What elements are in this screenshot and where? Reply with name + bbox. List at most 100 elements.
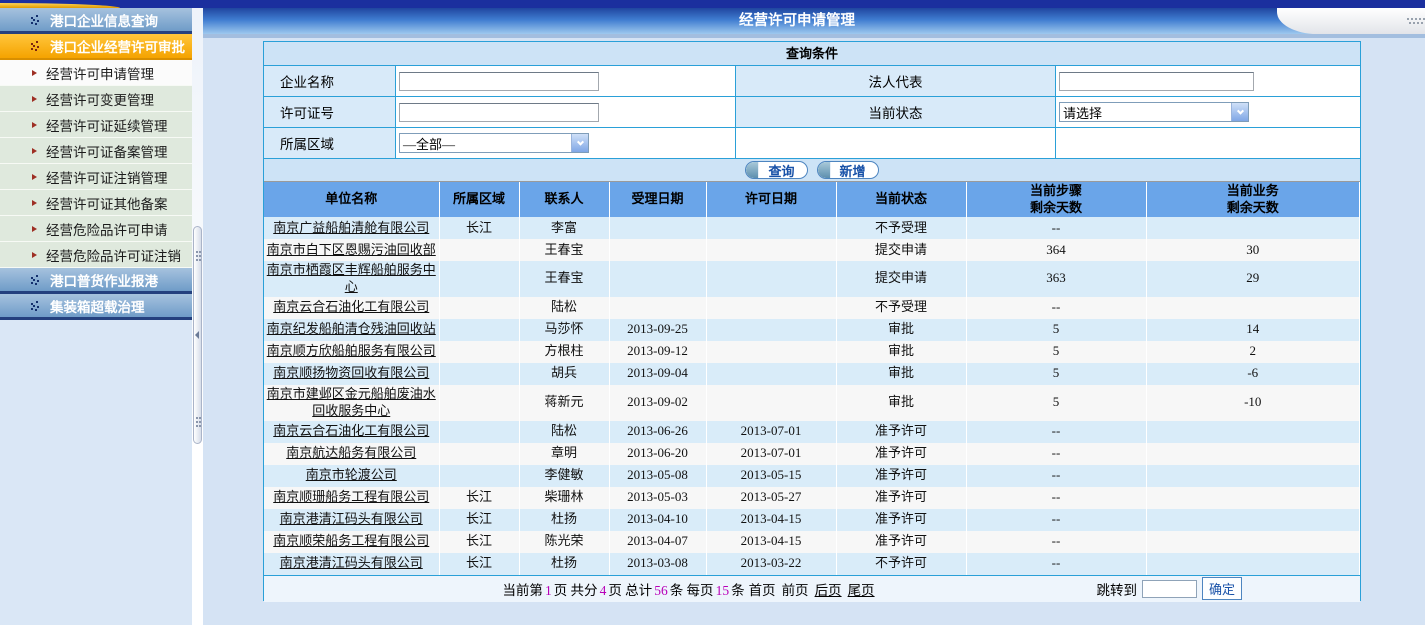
table-cell bbox=[706, 385, 836, 421]
license-no-input[interactable] bbox=[399, 103, 599, 122]
add-button[interactable]: 新增 bbox=[817, 161, 879, 179]
sidebar: 港口企业信息查询港口企业经营许可审批经营许可申请管理经营许可变更管理经营许可证延… bbox=[0, 8, 192, 625]
company-cell: 南京市栖霞区丰辉船舶服务中心 bbox=[264, 261, 439, 297]
status-select[interactable]: 请选择 bbox=[1059, 102, 1249, 122]
legal-rep-input[interactable] bbox=[1059, 72, 1254, 91]
table-row: 南京市白下区恩赐污油回收部王春宝提交申请36430 bbox=[264, 239, 1360, 261]
pagination-link[interactable]: 后页 bbox=[815, 583, 842, 598]
company-link[interactable]: 南京纪发船舶清仓残油回收站 bbox=[267, 321, 436, 336]
table-cell: 准予许可 bbox=[836, 443, 966, 465]
table-cell: 方根柱 bbox=[519, 341, 609, 363]
sidebar-subitem-label: 经营许可证备案管理 bbox=[46, 141, 168, 161]
table-cell bbox=[706, 297, 836, 319]
company-link[interactable]: 南京云合石油化工有限公司 bbox=[273, 423, 429, 438]
table-cell: 2013-05-27 bbox=[706, 487, 836, 509]
table-cell: 杜扬 bbox=[519, 509, 609, 531]
red-arrow-icon bbox=[32, 70, 37, 76]
table-cell: 马莎怀 bbox=[519, 319, 609, 341]
table-row: 南京航达船务有限公司章明2013-06-202013-07-01准予许可-- bbox=[264, 443, 1360, 465]
pagination-link-disabled[interactable]: 前页 bbox=[782, 583, 809, 598]
table-cell: -- bbox=[966, 443, 1146, 465]
company-link[interactable]: 南京港清江码头有限公司 bbox=[280, 511, 423, 526]
table-cell bbox=[609, 261, 706, 297]
splitter-handle[interactable] bbox=[193, 226, 202, 444]
sidebar-splitter[interactable] bbox=[192, 8, 203, 625]
region-select[interactable]: —全部— bbox=[399, 133, 589, 153]
table-cell: 长江 bbox=[439, 531, 519, 553]
table-cell bbox=[706, 341, 836, 363]
table-cell: 杜扬 bbox=[519, 553, 609, 575]
pagination-number: 56 bbox=[654, 583, 668, 598]
legal-rep-label: 法人代表 bbox=[736, 66, 1056, 96]
company-link[interactable]: 南京顺荣船务工程有限公司 bbox=[273, 533, 429, 548]
chevron-down-icon[interactable] bbox=[571, 134, 588, 152]
pagination-text: 当前第 bbox=[502, 583, 543, 598]
sidebar-subitem[interactable]: 经营危险品许可申请 bbox=[0, 216, 192, 242]
table-cell: 王春宝 bbox=[519, 261, 609, 297]
table-cell: 2013-09-25 bbox=[609, 319, 706, 341]
table-cell bbox=[1146, 443, 1360, 465]
company-link[interactable]: 南京顺扬物资回收有限公司 bbox=[273, 365, 429, 380]
company-link[interactable]: 南京市轮渡公司 bbox=[306, 467, 397, 482]
table-cell: 2013-06-20 bbox=[609, 443, 706, 465]
collapse-left-icon[interactable] bbox=[195, 331, 199, 339]
table-row: 南京港清江码头有限公司长江杜扬2013-04-102013-04-15准予许可-… bbox=[264, 509, 1360, 531]
company-link[interactable]: 南京顺方欣船舶服务有限公司 bbox=[267, 343, 436, 358]
company-link[interactable]: 南京云合石油化工有限公司 bbox=[273, 299, 429, 314]
sidebar-item-label: 港口企业经营许可审批 bbox=[50, 36, 185, 56]
company-link[interactable]: 南京广益船舶清舱有限公司 bbox=[273, 220, 429, 235]
page-jump-input[interactable] bbox=[1142, 580, 1197, 598]
table-cell bbox=[1146, 487, 1360, 509]
pagination-link-disabled[interactable]: 首页 bbox=[749, 583, 776, 598]
sidebar-item[interactable]: 港口企业经营许可审批 bbox=[0, 34, 192, 60]
confirm-button[interactable]: 确定 bbox=[1202, 577, 1242, 600]
column-header: 当前步骤 剩余天数 bbox=[966, 182, 1146, 217]
company-link[interactable]: 南京市白下区恩赐污油回收部 bbox=[267, 242, 436, 257]
sidebar-subitem[interactable]: 经营许可变更管理 bbox=[0, 86, 192, 112]
table-cell bbox=[706, 363, 836, 385]
company-link[interactable]: 南京港清江码头有限公司 bbox=[280, 555, 423, 570]
sidebar-subitem[interactable]: 经营许可证延续管理 bbox=[0, 112, 192, 138]
sidebar-subitem[interactable]: 经营危险品许可证注销 bbox=[0, 242, 192, 268]
company-link[interactable]: 南京市栖霞区丰辉船舶服务中心 bbox=[267, 262, 436, 294]
table-cell bbox=[439, 465, 519, 487]
table-cell: -10 bbox=[1146, 385, 1360, 421]
red-arrow-icon bbox=[32, 96, 37, 102]
table-cell: 不予受理 bbox=[836, 217, 966, 239]
grip-dots-icon bbox=[196, 417, 198, 419]
sidebar-item[interactable]: 港口企业信息查询 bbox=[0, 8, 192, 34]
table-cell: 蒋新元 bbox=[519, 385, 609, 421]
table-cell: 长江 bbox=[439, 487, 519, 509]
sidebar-subitem-label: 经营危险品许可申请 bbox=[46, 219, 168, 239]
sidebar-subitem[interactable]: 经营许可证注销管理 bbox=[0, 164, 192, 190]
company-link[interactable]: 南京顺珊船务工程有限公司 bbox=[273, 489, 429, 504]
table-cell bbox=[609, 217, 706, 239]
search-button[interactable]: 查询 bbox=[745, 161, 807, 179]
sidebar-item[interactable]: 港口普货作业报港 bbox=[0, 268, 192, 294]
table-cell: 5 bbox=[966, 385, 1146, 421]
table-row: 南京顺荣船务工程有限公司长江陈光荣2013-04-072013-04-15准予许… bbox=[264, 531, 1360, 553]
sidebar-item[interactable]: 集装箱超载治理 bbox=[0, 294, 192, 320]
query-conditions-title: 查询条件 bbox=[264, 42, 1360, 66]
column-header: 所属区域 bbox=[439, 182, 519, 217]
sidebar-subitem-label: 经营危险品许可证注销 bbox=[46, 245, 181, 265]
company-link[interactable]: 南京航达船务有限公司 bbox=[286, 445, 416, 460]
company-name-input[interactable] bbox=[399, 72, 599, 91]
chevron-down-icon[interactable] bbox=[1231, 103, 1248, 121]
company-link[interactable]: 南京市建邺区金元船舶废油水回收服务中心 bbox=[267, 386, 436, 418]
table-cell: 2 bbox=[1146, 341, 1360, 363]
table-cell: 2013-07-01 bbox=[706, 443, 836, 465]
table-cell bbox=[439, 443, 519, 465]
table-cell bbox=[439, 239, 519, 261]
pagination-number: 4 bbox=[600, 583, 607, 598]
red-arrow-icon bbox=[32, 226, 37, 232]
table-cell: -- bbox=[966, 487, 1146, 509]
table-cell bbox=[706, 319, 836, 341]
company-cell: 南京顺扬物资回收有限公司 bbox=[264, 363, 439, 385]
sidebar-subitem[interactable]: 经营许可证备案管理 bbox=[0, 138, 192, 164]
sidebar-subitem[interactable]: 经营许可申请管理 bbox=[0, 60, 192, 86]
pagination-link[interactable]: 尾页 bbox=[848, 583, 875, 598]
sidebar-subitem[interactable]: 经营许可证其他备案 bbox=[0, 190, 192, 216]
license-no-label: 许可证号 bbox=[264, 97, 396, 127]
table-cell bbox=[706, 239, 836, 261]
